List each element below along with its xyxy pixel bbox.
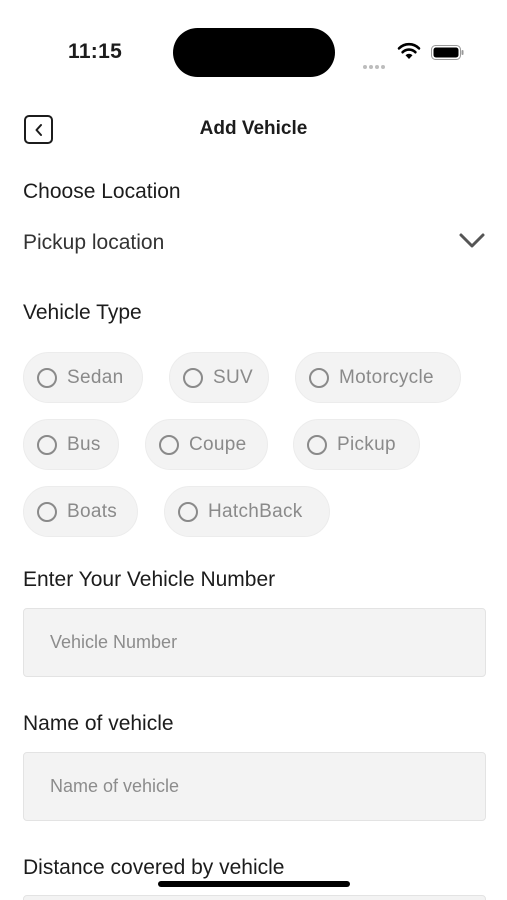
vehicle-type-option-label: SUV — [213, 366, 253, 388]
chevron-down-icon — [459, 233, 485, 248]
location-label: Choose Location — [23, 180, 181, 203]
radio-icon — [307, 434, 327, 455]
radio-icon — [37, 367, 57, 388]
vehicle-type-option-sedan[interactable]: Sedan — [23, 352, 143, 403]
vehicle-type-option-label: Pickup — [337, 433, 396, 455]
vehicle-name-input[interactable] — [23, 752, 486, 821]
vehicle-type-option-label: Bus — [67, 433, 101, 455]
vehicle-type-option-motorcycle[interactable]: Motorcycle — [295, 352, 461, 403]
vehicle-type-label: Vehicle Type — [23, 301, 142, 324]
cellular-signal-icon — [363, 56, 387, 74]
distance-input[interactable] — [23, 895, 486, 900]
location-dropdown[interactable]: Pickup location — [23, 225, 488, 263]
page-title: Add Vehicle — [199, 118, 308, 139]
radio-icon — [37, 501, 57, 522]
distance-label: Distance covered by vehicle — [23, 856, 285, 879]
vehicle-type-option-pickup[interactable]: Pickup — [293, 419, 420, 470]
radio-icon — [37, 434, 57, 455]
wifi-icon — [397, 42, 421, 59]
vehicle-type-option-bus[interactable]: Bus — [23, 419, 119, 470]
status-bar: 11:15 — [0, 0, 507, 100]
radio-icon — [178, 501, 198, 522]
dynamic-island — [173, 28, 335, 77]
vehicle-type-option-label: Motorcycle — [339, 366, 434, 388]
vehicle-type-option-coupe[interactable]: Coupe — [145, 419, 268, 470]
radio-icon — [183, 367, 203, 388]
radio-icon — [309, 367, 329, 388]
vehicle-number-input[interactable] — [23, 608, 486, 677]
vehicle-name-label: Name of vehicle — [23, 712, 174, 735]
vehicle-type-option-hatchback[interactable]: HatchBack — [164, 486, 330, 537]
radio-icon — [159, 434, 179, 455]
nav-header: Add Vehicle — [0, 108, 507, 150]
status-time: 11:15 — [68, 40, 123, 63]
vehicle-type-option-label: HatchBack — [208, 500, 303, 522]
battery-icon — [431, 45, 464, 60]
vehicle-type-option-boats[interactable]: Boats — [23, 486, 138, 537]
vehicle-type-option-label: Coupe — [189, 433, 247, 455]
vehicle-number-label: Enter Your Vehicle Number — [23, 568, 276, 591]
location-selected-value: Pickup location — [23, 231, 165, 254]
vehicle-type-option-suv[interactable]: SUV — [169, 352, 269, 403]
vehicle-type-option-label: Boats — [67, 500, 118, 522]
vehicle-type-option-label: Sedan — [67, 366, 124, 388]
home-indicator[interactable] — [158, 881, 350, 887]
